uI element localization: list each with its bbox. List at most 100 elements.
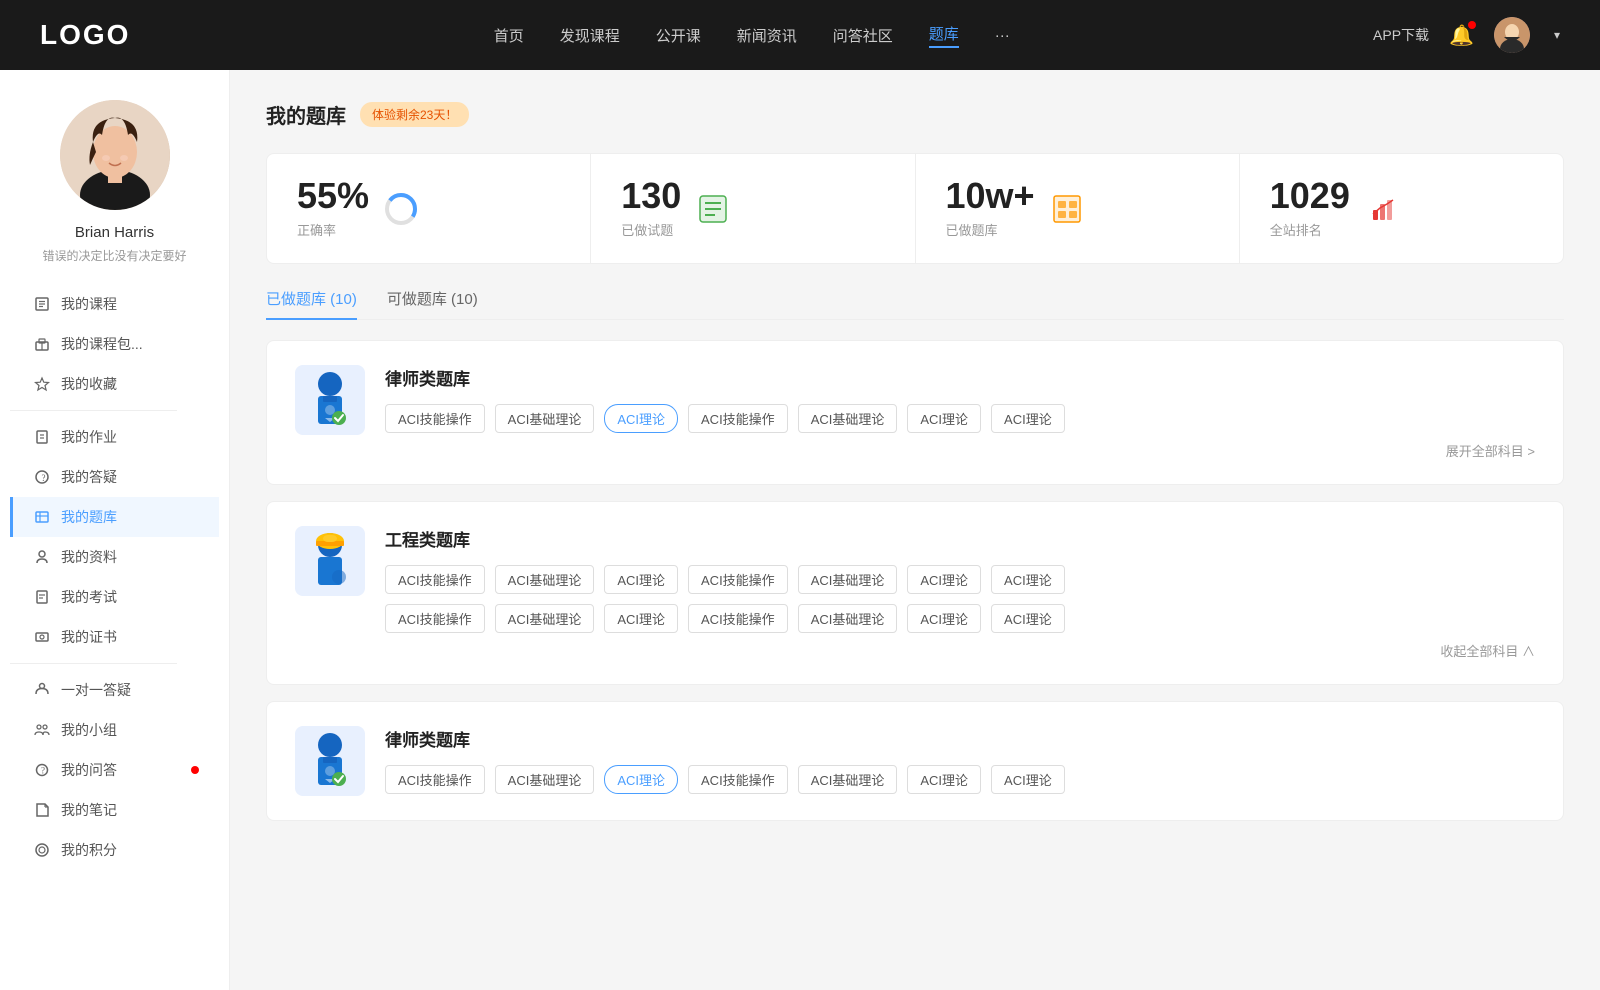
stat-label-done: 已做试题 xyxy=(621,220,681,239)
user-avatar[interactable] xyxy=(1494,17,1530,53)
eng-tag-r2-0[interactable]: ACI技能操作 xyxy=(385,604,485,633)
nav-more[interactable]: ··· xyxy=(995,27,1010,44)
l2-tag-3[interactable]: ACI技能操作 xyxy=(688,765,788,794)
stat-done-questions: 130 已做试题 xyxy=(591,154,915,263)
notification-bell[interactable]: 🔔 xyxy=(1449,23,1474,48)
nav-discover[interactable]: 发现课程 xyxy=(560,25,620,46)
sidebar-item-course[interactable]: 我的课程 xyxy=(10,284,219,324)
tag-5[interactable]: ACI理论 xyxy=(907,404,981,433)
eng-tag-r1-4[interactable]: ACI基础理论 xyxy=(798,565,898,594)
tags-row-lawyer-2: ACI技能操作 ACI基础理论 ACI理论 ACI技能操作 ACI基础理论 AC… xyxy=(385,765,1535,794)
qbank-icon-lawyer xyxy=(295,365,365,435)
pie-chart-icon xyxy=(383,191,419,227)
tag-4[interactable]: ACI基础理论 xyxy=(798,404,898,433)
eng-tag-r1-3[interactable]: ACI技能操作 xyxy=(688,565,788,594)
nav-qa[interactable]: 问答社区 xyxy=(833,25,893,46)
tag-6[interactable]: ACI理论 xyxy=(991,404,1065,433)
nav-home[interactable]: 首页 xyxy=(494,25,524,46)
sidebar-item-tutor[interactable]: 一对一答疑 xyxy=(10,670,219,710)
svg-text:?: ? xyxy=(42,473,46,483)
group-icon xyxy=(33,721,51,739)
l2-tag-6[interactable]: ACI理论 xyxy=(991,765,1065,794)
tab-done-banks[interactable]: 已做题库 (10) xyxy=(266,288,357,319)
nav-news[interactable]: 新闻资讯 xyxy=(737,25,797,46)
qa-icon: ? xyxy=(33,761,51,779)
eng-tag-r2-3[interactable]: ACI技能操作 xyxy=(688,604,788,633)
course-icon xyxy=(33,295,51,313)
sidebar-item-profile[interactable]: 我的资料 xyxy=(10,537,219,577)
sidebar-item-points[interactable]: 我的积分 xyxy=(10,830,219,870)
nav-right: APP下载 🔔 ▾ xyxy=(1373,17,1560,53)
nav-open-course[interactable]: 公开课 xyxy=(656,25,701,46)
tag-2-active[interactable]: ACI理论 xyxy=(604,404,678,433)
cert-icon xyxy=(33,628,51,646)
l2-tag-1[interactable]: ACI基础理论 xyxy=(495,765,595,794)
qbank-card-lawyer-1: 律师类题库 ACI技能操作 ACI基础理论 ACI理论 ACI技能操作 ACI基… xyxy=(266,340,1564,485)
nav-bank[interactable]: 题库 xyxy=(929,23,959,48)
eng-tag-r2-4[interactable]: ACI基础理论 xyxy=(798,604,898,633)
profile-avatar xyxy=(60,100,170,210)
qbank-icon-lawyer-2 xyxy=(295,726,365,796)
star-icon xyxy=(33,375,51,393)
qa-notification-dot xyxy=(191,766,199,774)
tutor-icon xyxy=(33,681,51,699)
divider-1 xyxy=(10,410,177,411)
tag-1[interactable]: ACI基础理论 xyxy=(495,404,595,433)
user-name: Brian Harris xyxy=(75,224,154,241)
exam-icon xyxy=(33,588,51,606)
tab-available-banks[interactable]: 可做题库 (10) xyxy=(387,288,478,319)
eng-tag-r1-2[interactable]: ACI理论 xyxy=(604,565,678,594)
stat-label-rank: 全站排名 xyxy=(1270,220,1350,239)
sidebar-item-answers[interactable]: ? 我的答疑 xyxy=(10,457,219,497)
l2-tag-0[interactable]: ACI技能操作 xyxy=(385,765,485,794)
collapse-link-engineer[interactable]: 收起全部科目 ∧ xyxy=(385,641,1535,660)
sidebar-label-bank: 我的题库 xyxy=(61,507,117,527)
l2-tag-5[interactable]: ACI理论 xyxy=(907,765,981,794)
package-icon xyxy=(33,335,51,353)
bank-icon xyxy=(33,508,51,526)
nav-links: 首页 发现课程 公开课 新闻资讯 问答社区 题库 ··· xyxy=(494,23,1010,48)
lawyer-icon xyxy=(303,370,357,430)
stat-label-accuracy: 正确率 xyxy=(297,220,369,239)
sidebar-item-group[interactable]: 我的小组 xyxy=(10,710,219,750)
sidebar-item-notes[interactable]: 我的笔记 xyxy=(10,790,219,830)
eng-tag-r1-0[interactable]: ACI技能操作 xyxy=(385,565,485,594)
app-download-link[interactable]: APP下载 xyxy=(1373,25,1429,45)
user-motto: 错误的决定比没有决定要好 xyxy=(42,247,186,264)
stat-done-banks: 10w+ 已做题库 xyxy=(916,154,1240,263)
list-icon xyxy=(695,191,731,227)
tag-0[interactable]: ACI技能操作 xyxy=(385,404,485,433)
l2-tag-4[interactable]: ACI基础理论 xyxy=(798,765,898,794)
sidebar-label-group: 我的小组 xyxy=(61,720,117,740)
eng-tag-r1-6[interactable]: ACI理论 xyxy=(991,565,1065,594)
stat-value-rank: 1029 xyxy=(1270,178,1350,214)
homework-icon xyxy=(33,428,51,446)
user-menu-chevron[interactable]: ▾ xyxy=(1554,28,1560,42)
sidebar-item-favorites[interactable]: 我的收藏 xyxy=(10,364,219,404)
engineer-icon xyxy=(303,531,357,591)
qbank-card-lawyer-2: 律师类题库 ACI技能操作 ACI基础理论 ACI理论 ACI技能操作 ACI基… xyxy=(266,701,1564,821)
eng-tag-r1-5[interactable]: ACI理论 xyxy=(907,565,981,594)
eng-tag-r2-2[interactable]: ACI理论 xyxy=(604,604,678,633)
eng-tag-r1-1[interactable]: ACI基础理论 xyxy=(495,565,595,594)
l2-tag-2-active[interactable]: ACI理论 xyxy=(604,765,678,794)
expand-link-lawyer-1[interactable]: 展开全部科目 > xyxy=(385,441,1535,460)
sidebar-label-notes: 我的笔记 xyxy=(61,800,117,820)
sidebar-item-myqa[interactable]: ? 我的问答 xyxy=(10,750,219,790)
navbar: LOGO 首页 发现课程 公开课 新闻资讯 问答社区 题库 ··· APP下载 … xyxy=(0,0,1600,70)
stat-value-banks: 10w+ xyxy=(946,178,1035,214)
sidebar-item-package[interactable]: 我的课程包... xyxy=(10,324,219,364)
sidebar-item-exam[interactable]: 我的考试 xyxy=(10,577,219,617)
eng-tag-r2-5[interactable]: ACI理论 xyxy=(907,604,981,633)
eng-tag-r2-1[interactable]: ACI基础理论 xyxy=(495,604,595,633)
bar-chart-icon xyxy=(1364,191,1400,227)
qbank-title-lawyer-1: 律师类题库 xyxy=(385,365,1535,390)
main-content: 我的题库 体验剩余23天！ 55% 正确率 xyxy=(230,70,1600,990)
sidebar-item-bank[interactable]: 我的题库 xyxy=(10,497,219,537)
tag-3[interactable]: ACI技能操作 xyxy=(688,404,788,433)
sidebar-item-homework[interactable]: 我的作业 xyxy=(10,417,219,457)
sidebar-item-cert[interactable]: 我的证书 xyxy=(10,617,219,657)
sidebar-label-answers: 我的答疑 xyxy=(61,467,117,487)
eng-tag-r2-6[interactable]: ACI理论 xyxy=(991,604,1065,633)
tags-row-engineer-2: ACI技能操作 ACI基础理论 ACI理论 ACI技能操作 ACI基础理论 AC… xyxy=(385,604,1535,633)
